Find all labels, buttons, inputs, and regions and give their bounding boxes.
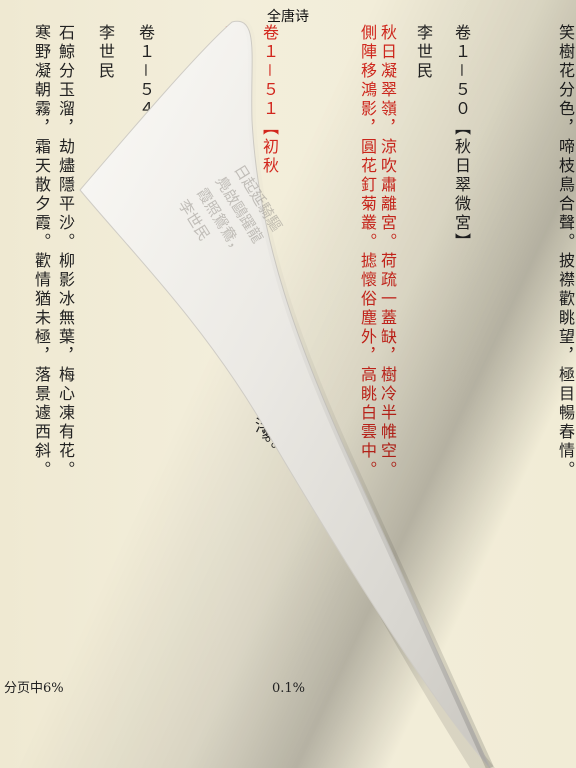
page-curl[interactable]: 日起延騎驅 鳧啟鷗躍龍 霞照鴛鴦， 李世民	[0, 0, 576, 768]
pagination-status: 分页中6%	[4, 681, 64, 696]
reading-progress: 0.1%	[272, 681, 306, 696]
